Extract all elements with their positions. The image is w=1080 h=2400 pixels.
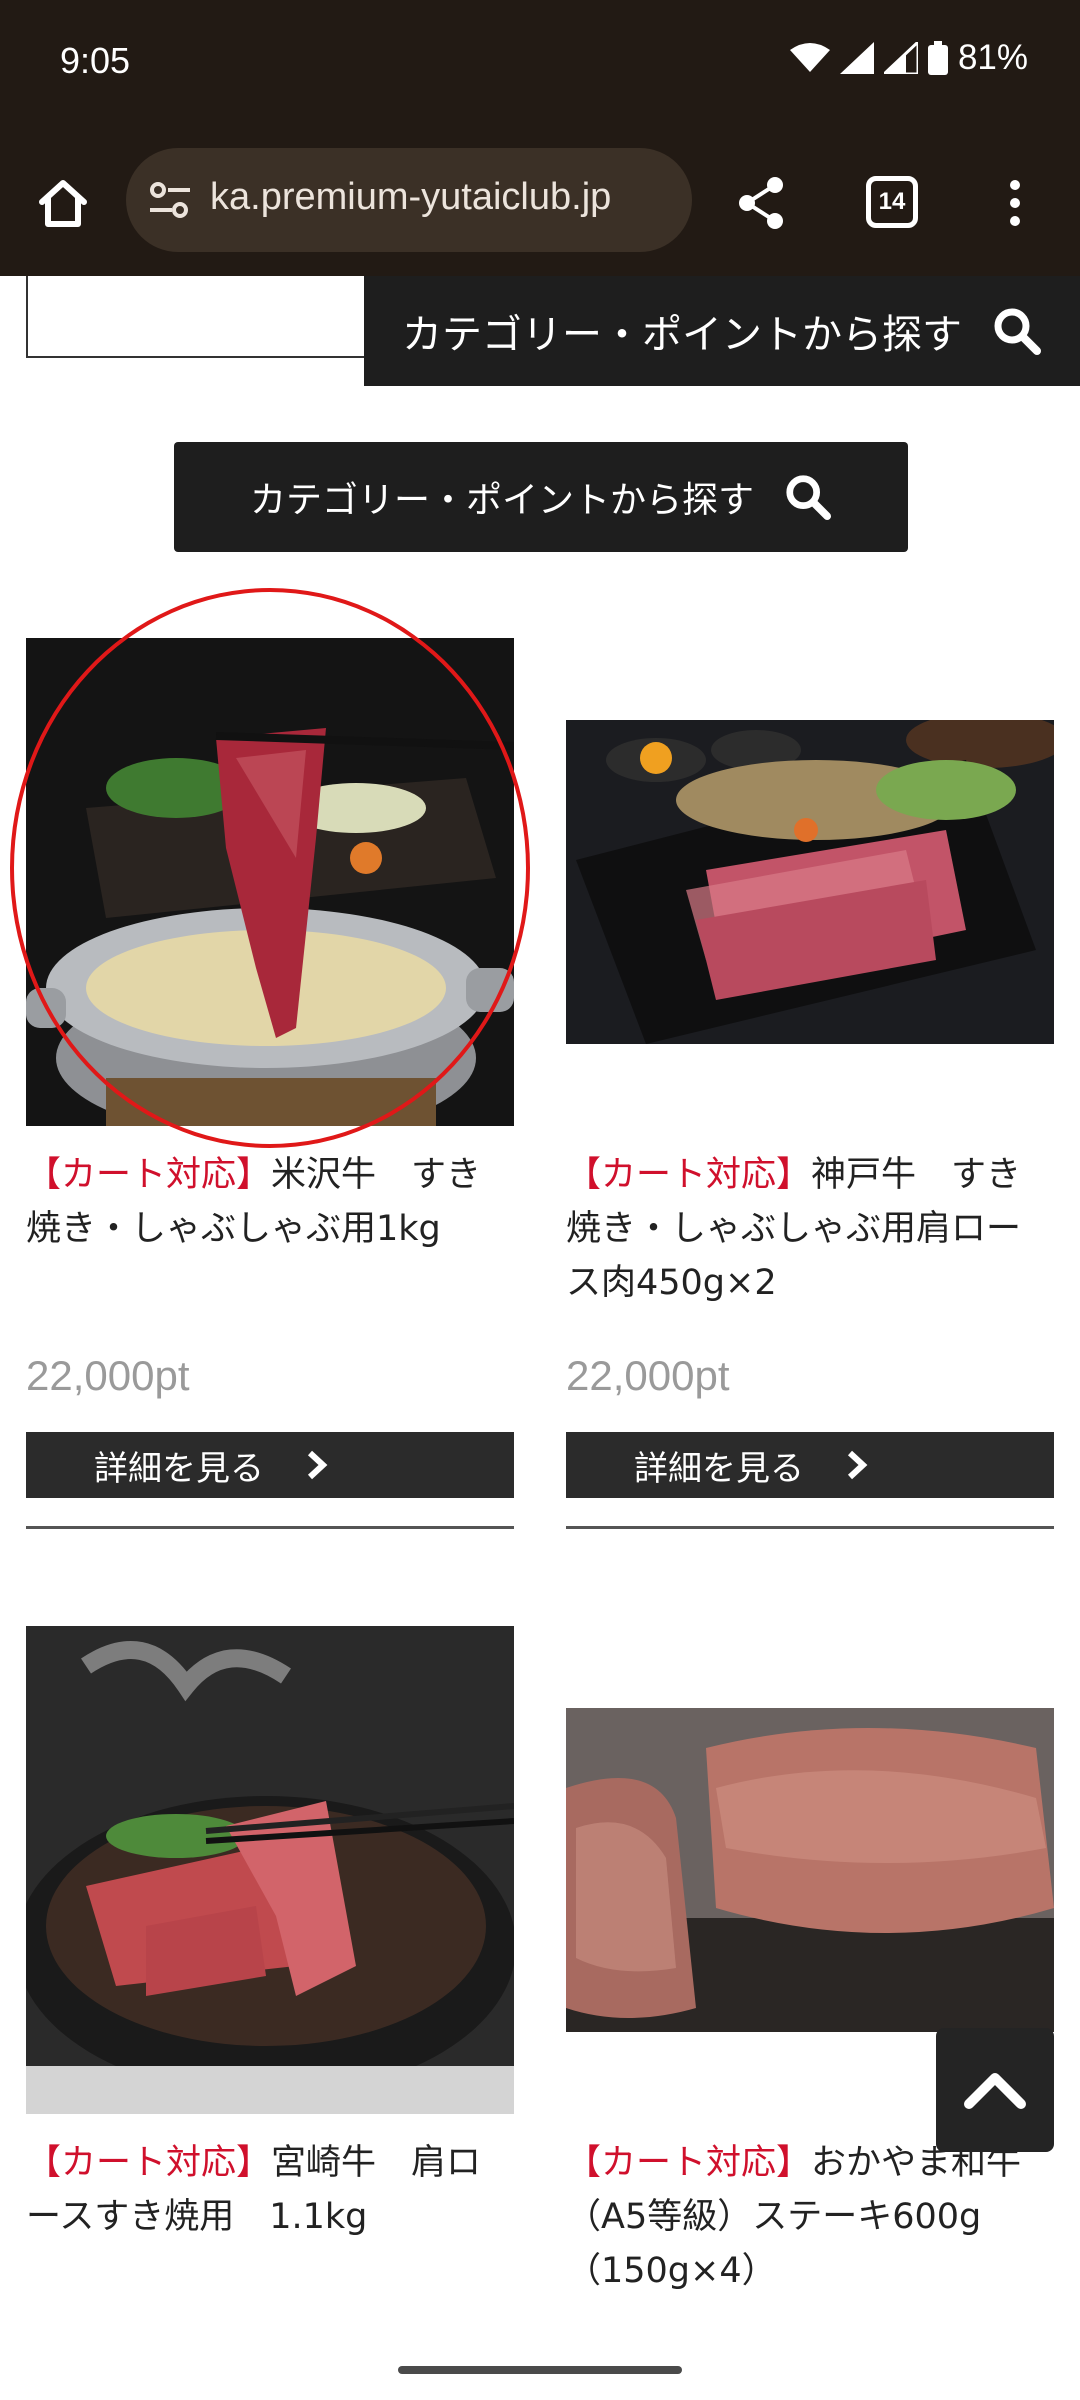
product-card: 【カート対応】米沢牛 すき焼き・しゃぶしゃぶ用1kg 22,000pt 詳細を見… — [26, 638, 514, 1529]
search-input[interactable] — [26, 276, 366, 358]
tab-switcher-button[interactable]: 14 — [866, 176, 918, 228]
site-settings-icon[interactable] — [146, 176, 194, 224]
share-button[interactable] — [726, 168, 796, 238]
category-search-button[interactable]: カテゴリー・ポイントから探す — [174, 442, 908, 552]
search-icon — [786, 475, 832, 521]
battery-icon — [927, 41, 948, 75]
home-button[interactable] — [28, 168, 98, 238]
product-image-sukiyaki-pot[interactable] — [26, 1626, 514, 2114]
battery-percent: 81% — [957, 38, 1028, 77]
product-image-sukiyaki-plate[interactable] — [566, 720, 1054, 1044]
cart-tag: 【カート対応】 — [26, 2143, 272, 2183]
status-icons: 81% — [789, 38, 1028, 78]
product-price: 22,000pt — [26, 1352, 190, 1399]
gesture-navigation-bar[interactable] — [398, 2366, 682, 2374]
signal-icon-2 — [883, 42, 918, 74]
product-title[interactable]: 【カート対応】おかやま和牛（A5等級）ステーキ600g（150g×4） — [566, 2136, 1054, 2298]
product-image-shabu-pot[interactable] — [26, 638, 514, 1126]
search-icon — [994, 308, 1041, 355]
url-text: ka.premium-yutaiclub.jp — [210, 176, 612, 218]
signal-icon — [839, 42, 874, 74]
url-bar[interactable]: ka.premium-yutaiclub.jp — [126, 148, 692, 252]
cart-tag: 【カート対応】 — [566, 1155, 812, 1195]
status-time: 9:05 — [60, 40, 131, 81]
home-icon — [39, 180, 87, 227]
sticky-category-label: カテゴリー・ポイントから探す — [402, 312, 962, 358]
cart-tag: 【カート対応】 — [26, 1155, 272, 1195]
view-details-label: 詳細を見る — [634, 1448, 804, 1489]
product-title[interactable]: 【カート対応】米沢牛 すき焼き・しゃぶしゃぶ用1kg — [26, 1148, 514, 1256]
product-card: 【カート対応】宮崎牛 肩ロースすき焼用 1.1kg — [26, 1626, 514, 2237]
product-divider — [26, 1526, 514, 1529]
more-menu-button[interactable] — [990, 168, 1040, 238]
category-button-label: カテゴリー・ポイントから探す — [249, 480, 754, 521]
sticky-category-search-button[interactable]: カテゴリー・ポイントから探す — [364, 276, 1080, 386]
chevron-right-icon — [307, 1450, 328, 1480]
share-icon — [739, 177, 783, 229]
product-card: 【カート対応】神戸牛 すき焼き・しゃぶしゃぶ用肩ロース肉450g×2 22,00… — [566, 638, 1054, 1529]
cart-tag: 【カート対応】 — [566, 2143, 812, 2183]
product-price: 22,000pt — [566, 1352, 730, 1399]
browser-chrome: 9:05 81% ka.premium-yutaiclub.jp 14 — [0, 0, 1080, 276]
chevron-up-icon — [964, 2073, 1026, 2109]
view-details-button[interactable]: 詳細を見る — [566, 1432, 1054, 1498]
back-to-top-button[interactable] — [936, 2028, 1054, 2152]
view-details-button[interactable]: 詳細を見る — [26, 1432, 514, 1498]
product-title[interactable]: 【カート対応】神戸牛 すき焼き・しゃぶしゃぶ用肩ロース肉450g×2 — [566, 1148, 1054, 1310]
product-title[interactable]: 【カート対応】宮崎牛 肩ロースすき焼用 1.1kg — [26, 2136, 514, 2244]
product-divider — [566, 1526, 1054, 1529]
chevron-right-icon — [847, 1450, 868, 1480]
view-details-label: 詳細を見る — [94, 1448, 264, 1489]
product-image-steak[interactable] — [566, 1708, 1054, 2032]
more-vert-icon — [1010, 180, 1020, 226]
wifi-icon — [789, 43, 830, 72]
page-content: カテゴリー・ポイントから探す カテゴリー・ポイントから探す 【カート対応】米沢牛… — [0, 276, 1080, 2400]
